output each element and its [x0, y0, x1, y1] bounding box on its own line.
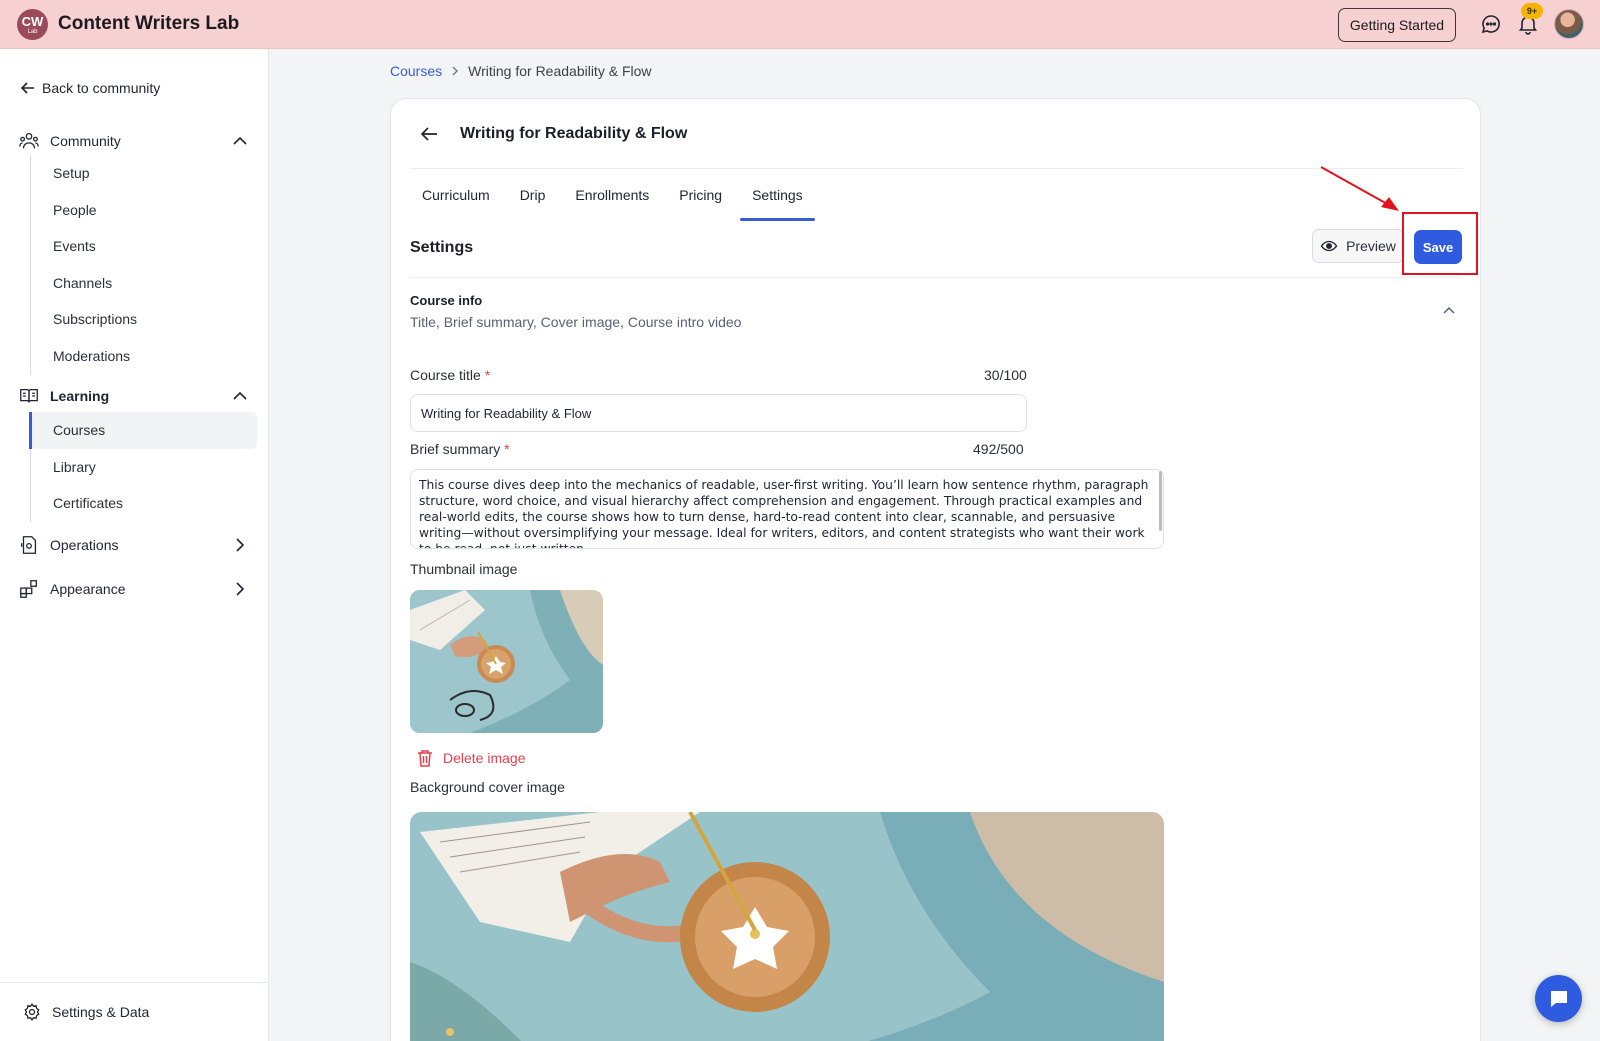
sidebar-item-events[interactable]: Events — [31, 228, 259, 265]
course-title-label-text: Course title — [410, 367, 481, 383]
breadcrumb: Courses Writing for Readability & Flow — [390, 63, 652, 79]
brief-summary-counter: 492/500 — [973, 441, 1024, 457]
sidebar-section-community[interactable]: Community — [18, 127, 253, 155]
gear-icon — [24, 1002, 40, 1022]
arrow-left-icon — [20, 82, 34, 94]
delete-image-button[interactable]: Delete image — [417, 749, 526, 767]
community-sub-list: Setup People Events Channels Subscriptio… — [30, 155, 259, 375]
cover-image-label: Background cover image — [410, 779, 565, 795]
settings-title: Settings — [410, 239, 474, 256]
course-title-counter: 30/100 — [984, 367, 1027, 383]
tab-curriculum[interactable]: Curriculum — [410, 187, 502, 219]
tab-drip[interactable]: Drip — [508, 187, 558, 219]
trash-icon — [418, 750, 432, 767]
sidebar: Back to community Community Setup People… — [0, 49, 269, 1041]
notification-badge: 9+ — [1521, 3, 1543, 19]
chevron-up-icon[interactable] — [1441, 303, 1457, 319]
sidebar-item-library[interactable]: Library — [31, 449, 259, 486]
divider — [410, 277, 1463, 278]
sidebar-item-courses[interactable]: Courses — [29, 412, 257, 449]
preview-button[interactable]: Preview — [1312, 229, 1404, 263]
beach-reading-image — [410, 590, 603, 733]
brief-summary-label: Brief summary * — [410, 441, 510, 457]
sidebar-section-operations[interactable]: Operations — [18, 531, 253, 559]
chevron-up-icon — [233, 136, 247, 145]
course-title-label: Course title * — [410, 367, 490, 383]
required-asterisk: * — [484, 367, 491, 383]
chevron-right-icon — [452, 66, 459, 76]
sidebar-section-label: Community — [50, 133, 121, 149]
brand-logo[interactable]: CW Lab — [17, 9, 48, 40]
tab-pricing[interactable]: Pricing — [667, 187, 734, 219]
annotation-arrow-icon — [1320, 166, 1399, 211]
preview-label: Preview — [1346, 238, 1396, 254]
beach-reading-cover-image — [410, 812, 1164, 1041]
textarea-scrollbar[interactable] — [1159, 471, 1162, 531]
required-asterisk: * — [504, 441, 510, 457]
eye-icon — [1320, 240, 1338, 252]
sidebar-item-certificates[interactable]: Certificates — [31, 485, 259, 522]
chat-icon[interactable] — [1479, 12, 1503, 36]
course-settings-card: Writing for Readability & Flow Curriculu… — [390, 98, 1481, 1041]
operations-icon — [21, 536, 37, 554]
course-info-subtitle: Title, Brief summary, Cover image, Cours… — [410, 314, 742, 330]
appearance-icon — [20, 580, 37, 598]
sidebar-item-moderations[interactable]: Moderations — [31, 338, 259, 375]
learning-sub-list: Courses Library Certificates — [29, 412, 259, 522]
chat-bubble-icon — [1550, 990, 1567, 1007]
course-title-input[interactable] — [410, 394, 1027, 432]
breadcrumb-current: Writing for Readability & Flow — [468, 63, 652, 79]
breadcrumb-courses-link[interactable]: Courses — [390, 63, 442, 79]
sidebar-item-channels[interactable]: Channels — [31, 265, 259, 302]
thumbnail-image[interactable] — [410, 590, 603, 733]
brief-summary-label-text: Brief summary — [410, 441, 501, 457]
course-title-heading: Writing for Readability & Flow — [460, 124, 688, 142]
brief-summary-textarea[interactable]: This course dives deep into the mechanic… — [410, 469, 1164, 549]
sidebar-item-setup[interactable]: Setup — [31, 155, 259, 192]
settings-and-data-link[interactable]: Settings & Data — [0, 982, 269, 1041]
top-bar: CW Lab Content Writers Lab Getting Start… — [0, 0, 1600, 49]
chevron-right-icon — [236, 582, 245, 596]
chevron-right-icon — [236, 538, 245, 552]
sidebar-section-label: Operations — [50, 537, 119, 553]
delete-image-label: Delete image — [443, 750, 526, 766]
course-info-title: Course info — [410, 293, 483, 308]
getting-started-button[interactable]: Getting Started — [1338, 8, 1456, 42]
sidebar-section-appearance[interactable]: Appearance — [18, 575, 253, 603]
tab-settings[interactable]: Settings — [740, 187, 815, 221]
background-cover-image[interactable] — [410, 812, 1164, 1041]
avatar[interactable] — [1554, 9, 1584, 39]
book-icon — [20, 388, 38, 403]
logo-subtext: Lab — [27, 29, 38, 35]
brand-name[interactable]: Content Writers Lab — [58, 13, 239, 35]
sidebar-section-learning[interactable]: Learning — [18, 382, 253, 410]
tab-enrollments[interactable]: Enrollments — [563, 187, 661, 219]
thumbnail-label: Thumbnail image — [410, 561, 518, 577]
support-chat-button[interactable] — [1535, 975, 1582, 1022]
logo-text: CW — [21, 14, 44, 29]
chevron-up-icon — [233, 391, 247, 400]
card-header: Writing for Readability & Flow — [410, 99, 1463, 169]
save-button[interactable]: Save — [1414, 230, 1462, 264]
sidebar-item-subscriptions[interactable]: Subscriptions — [31, 301, 259, 338]
back-label: Back to community — [42, 80, 161, 96]
arrow-left-icon[interactable] — [418, 123, 440, 145]
sidebar-item-people[interactable]: People — [31, 192, 259, 229]
community-icon — [19, 133, 39, 149]
sidebar-section-label: Learning — [50, 388, 110, 404]
settings-and-data-label: Settings & Data — [52, 1004, 150, 1020]
course-tabs: Curriculum Drip Enrollments Pricing Sett… — [410, 187, 821, 221]
sidebar-section-label: Appearance — [50, 581, 126, 597]
back-to-community-link[interactable]: Back to community — [20, 80, 160, 96]
